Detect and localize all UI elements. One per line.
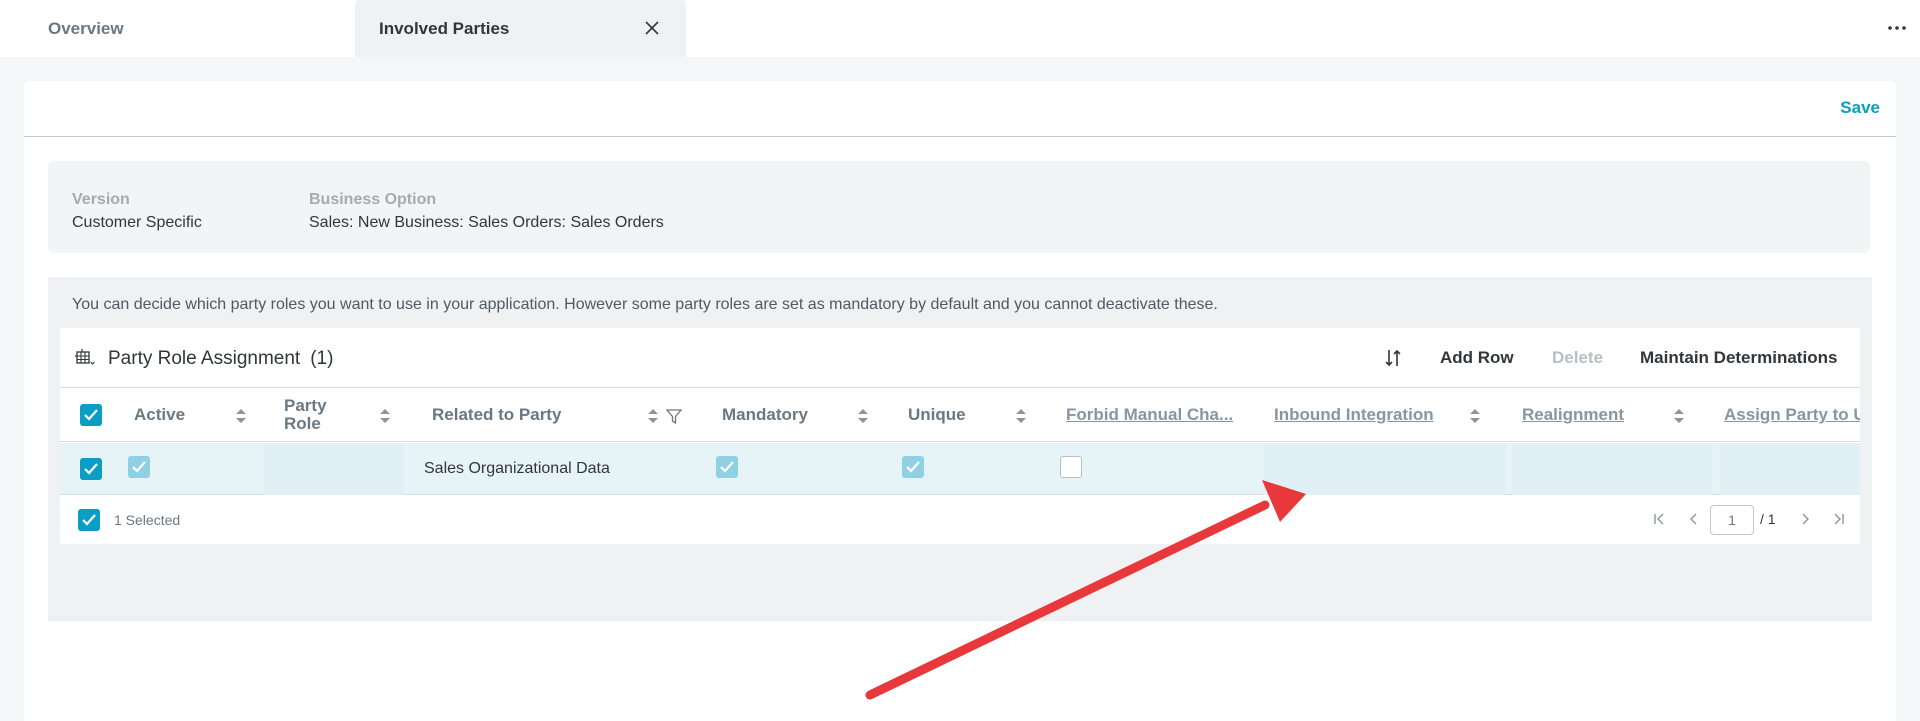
tab-involved-parties-label: Involved Parties [379, 18, 510, 38]
column-assign-label: Assign Party to U [1724, 405, 1860, 424]
sort-related-icon[interactable] [646, 407, 660, 425]
realignment-cell[interactable] [1512, 443, 1712, 495]
first-page-icon[interactable] [1650, 510, 1668, 528]
column-mandatory-label: Mandatory [722, 405, 808, 424]
select-all-checkbox[interactable] [80, 404, 102, 426]
column-forbid-label: Forbid Manual Cha... [1066, 405, 1234, 424]
page-number-input[interactable]: 1 [1710, 505, 1754, 535]
more-options-icon[interactable] [1886, 17, 1908, 39]
delete-button[interactable]: Delete [1552, 348, 1603, 368]
sort-party-role-icon[interactable] [378, 407, 392, 425]
table-row-count: (1) [310, 348, 334, 369]
info-panel: Version Customer Specific Business Optio… [48, 161, 1870, 253]
tab-involved-parties[interactable]: Involved Parties [355, 0, 686, 57]
sort-realignment-icon[interactable] [1672, 407, 1686, 425]
table-title: Party Role Assignment (1) [108, 348, 333, 370]
tab-bar: Overview Involved Parties [0, 0, 1920, 57]
filter-icon[interactable] [666, 407, 682, 425]
party-role-cell[interactable] [264, 443, 404, 495]
inbound-integration-cell[interactable] [1264, 443, 1506, 495]
column-header-party-role[interactable]: Party Role [284, 388, 344, 442]
table-row[interactable]: Sales Organizational Data [60, 443, 1860, 495]
hint-text: You can decide which party roles you wan… [72, 296, 1218, 313]
forbid-manual-checkbox[interactable] [1060, 456, 1082, 478]
column-realignment-label: Realignment [1522, 405, 1625, 424]
column-party-role-label: Party Role [284, 396, 327, 433]
business-option-value: Sales: New Business: Sales Orders: Sales… [309, 214, 664, 231]
unique-checkbox[interactable] [902, 456, 924, 478]
version-value: Customer Specific [72, 214, 202, 231]
previous-page-icon[interactable] [1685, 510, 1703, 528]
sort-mandatory-icon[interactable] [856, 407, 870, 425]
save-button[interactable]: Save [1840, 98, 1880, 118]
party-role-table: Party Role Assignment (1) Add Row Delete … [60, 328, 1860, 544]
column-header-inbound-integration[interactable]: Inbound Integration [1274, 388, 1434, 442]
sort-inbound-icon[interactable] [1468, 407, 1482, 425]
sort-active-icon[interactable] [234, 407, 248, 425]
column-inbound-label: Inbound Integration [1274, 405, 1434, 424]
sort-icon[interactable] [1382, 347, 1404, 369]
last-page-icon[interactable] [1830, 510, 1848, 528]
tab-overview[interactable]: Overview [0, 0, 355, 57]
column-active-label: Active [134, 405, 186, 424]
business-option-field: Business Option Sales: New Business: Sal… [309, 191, 664, 232]
business-option-label: Business Option [309, 191, 437, 208]
table-title-text: Party Role Assignment [108, 348, 301, 369]
column-header-related-to-party[interactable]: Related to Party [432, 388, 561, 442]
table-footer: 1 Selected 1 / 1 [60, 496, 1860, 544]
card-header: Save [24, 81, 1896, 137]
table-header: Active Party Role Related to Party Manda… [60, 388, 1860, 442]
sort-unique-icon[interactable] [1014, 407, 1028, 425]
column-header-unique[interactable]: Unique [908, 388, 966, 442]
column-related-label: Related to Party [432, 405, 562, 424]
column-unique-label: Unique [908, 405, 966, 424]
table-settings-icon[interactable] [74, 348, 96, 368]
tab-overview-label: Overview [48, 18, 124, 38]
party-roles-section: You can decide which party roles you wan… [48, 277, 1872, 621]
related-to-party-value: Sales Organizational Data [424, 460, 610, 477]
assign-party-cell[interactable] [1720, 443, 1860, 495]
column-header-assign-party[interactable]: Assign Party to U [1724, 388, 1860, 442]
column-header-active[interactable]: Active [134, 388, 185, 442]
table-toolbar: Party Role Assignment (1) Add Row Delete … [60, 328, 1860, 388]
version-field: Version Customer Specific [72, 191, 202, 232]
row-select-checkbox[interactable] [80, 458, 102, 480]
page-total: / 1 [1760, 511, 1776, 527]
column-header-realignment[interactable]: Realignment [1522, 388, 1624, 442]
content-card: Save Version Customer Specific Business … [24, 81, 1896, 721]
version-label: Version [72, 191, 130, 208]
mandatory-checkbox[interactable] [716, 456, 738, 478]
column-header-forbid-manual[interactable]: Forbid Manual Cha... [1066, 388, 1233, 442]
add-row-button[interactable]: Add Row [1440, 348, 1514, 368]
maintain-determinations-button[interactable]: Maintain Determinations [1640, 348, 1837, 368]
footer-select-checkbox[interactable] [78, 509, 100, 531]
selected-count: 1 Selected [114, 512, 181, 528]
active-checkbox[interactable] [128, 456, 150, 478]
next-page-icon[interactable] [1796, 510, 1814, 528]
close-icon[interactable] [642, 18, 662, 38]
column-header-mandatory[interactable]: Mandatory [722, 388, 808, 442]
